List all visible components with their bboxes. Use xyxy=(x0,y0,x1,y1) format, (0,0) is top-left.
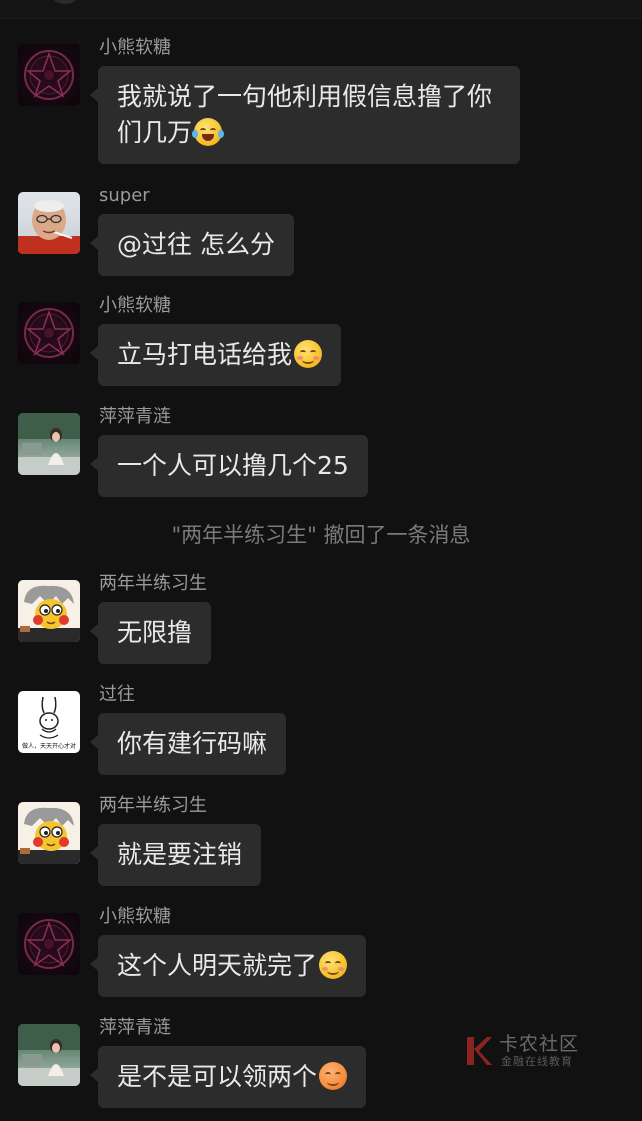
message-bubble[interactable]: 立马打电话给我 xyxy=(89,324,342,386)
watermark-title: 卡农社区 xyxy=(499,1033,580,1055)
avatar-caption: 做人，天天开心才对 xyxy=(22,742,76,750)
bear-avatar[interactable] xyxy=(18,913,80,975)
sender-name: 过往 xyxy=(99,684,135,705)
message-text: 是不是可以领两个 xyxy=(117,1062,318,1091)
girl-photo-avatar[interactable] xyxy=(18,413,80,475)
sender-name: 小熊软糖 xyxy=(99,906,171,927)
chat-screen: 小熊软糖 我就说了一句他利用假信息撸了你们几万 super @过往 怎么分 小熊… xyxy=(0,0,642,1121)
message-text: 就是要注销 xyxy=(117,840,243,869)
message-bubble[interactable]: 你有建行码嘛 xyxy=(89,713,287,775)
watermark-subtitle: 金融在线教育 xyxy=(501,1055,573,1068)
girl-photo-avatar[interactable] xyxy=(18,1024,80,1086)
message-bubble[interactable]: 我就说了一句他利用假信息撸了你们几万 xyxy=(90,66,520,164)
smirk-blush-emoji xyxy=(294,340,323,368)
cartoon-avatar[interactable] xyxy=(18,580,80,642)
sender-name: 两年半练习生 xyxy=(99,573,207,594)
rabbit-avatar[interactable]: 做人，天天开心才对 xyxy=(18,691,80,753)
sender-name: 两年半练习生 xyxy=(99,795,207,816)
message-text: 一个人可以撸几个25 xyxy=(117,451,349,480)
top-bar-edge xyxy=(0,0,642,19)
message-bubble[interactable]: 是不是可以领两个 xyxy=(89,1046,367,1108)
old-man-avatar[interactable] xyxy=(18,192,80,254)
message-bubble[interactable]: 这个人明天就完了 xyxy=(89,935,367,997)
hot-face-emoji xyxy=(319,1062,348,1090)
message-bubble[interactable]: @过往 怎么分 xyxy=(90,214,294,276)
recall-notice: "两年半练习生" 撤回了一条消息 xyxy=(171,523,471,547)
laughing-tears-emoji xyxy=(192,118,225,146)
bear-avatar[interactable] xyxy=(18,44,80,106)
message-bubble[interactable]: 无限撸 xyxy=(89,602,212,664)
sender-name: 小熊软糖 xyxy=(99,295,171,316)
message-bubble[interactable]: 就是要注销 xyxy=(89,824,262,886)
sender-name: super xyxy=(99,185,150,206)
partial-avatar xyxy=(52,0,78,4)
sender-name: 小熊软糖 xyxy=(99,37,171,58)
sender-name: 萍萍青涟 xyxy=(99,406,171,427)
message-text: @过往 怎么分 xyxy=(117,230,275,259)
watermark: 卡农社区 金融在线教育 xyxy=(465,1033,595,1073)
bear-avatar[interactable] xyxy=(18,302,80,364)
message-text: 这个人明天就完了 xyxy=(117,951,318,980)
message-text: 你有建行码嘛 xyxy=(117,729,268,758)
smirk-blush-emoji xyxy=(319,951,348,979)
sender-name: 萍萍青涟 xyxy=(99,1017,171,1038)
message-text: 无限撸 xyxy=(117,618,193,647)
watermark-logo-icon xyxy=(467,1037,492,1065)
message-text: 立马打电话给我 xyxy=(117,340,293,369)
message-bubble[interactable]: 一个人可以撸几个25 xyxy=(90,435,368,497)
cartoon-avatar[interactable] xyxy=(18,802,80,864)
message-text: 我就说了一句他利用假信息撸了你们几万 xyxy=(117,82,493,147)
